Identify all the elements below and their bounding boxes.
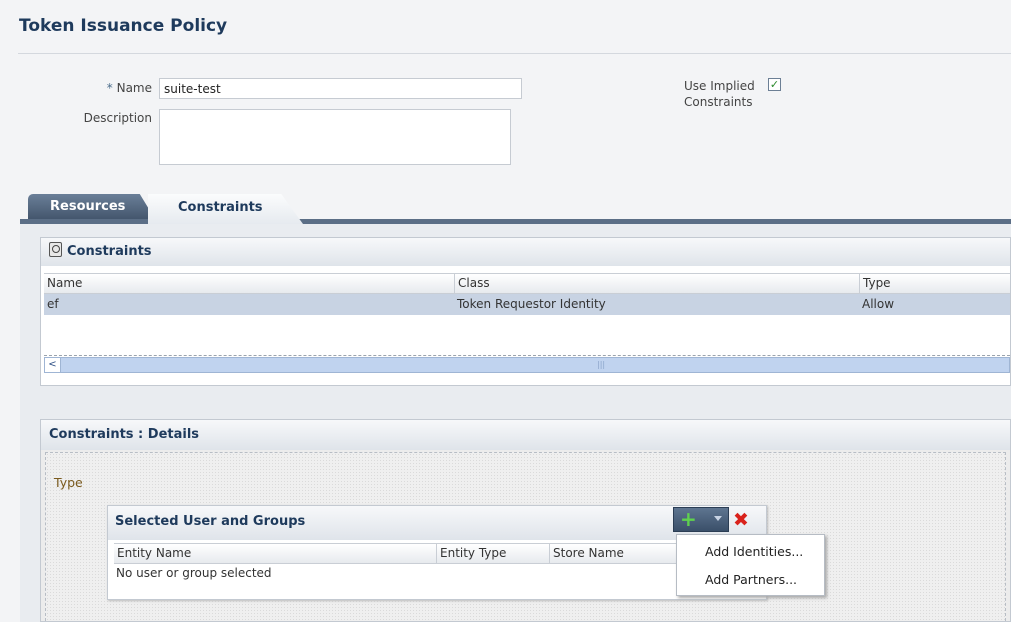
table-row[interactable]: ef Token Requestor Identity Allow (44, 294, 1010, 315)
name-label: * Name (60, 81, 152, 95)
add-icon: + (680, 507, 697, 531)
page-title: Token Issuance Policy (19, 16, 228, 36)
name-label-text: Name (116, 81, 152, 95)
add-button[interactable]: + (673, 507, 729, 532)
table-empty-area (44, 315, 1010, 356)
tab-resources[interactable]: Resources (28, 194, 155, 219)
name-field[interactable] (159, 78, 522, 99)
tab-constraints[interactable]: Constraints (148, 194, 303, 224)
cell-type: Allow (862, 297, 895, 311)
implied-constraints-checkbox[interactable]: ✓ (768, 78, 781, 91)
cell-class: Token Requestor Identity (457, 297, 606, 311)
chevron-down-icon[interactable] (714, 516, 722, 521)
implied-constraints-label: Use Implied Constraints (684, 78, 755, 110)
title-divider (18, 53, 1011, 54)
constraints-panel-header: Constraints (41, 238, 1010, 266)
cell-name: ef (47, 297, 59, 311)
menu-item-add-identities[interactable]: Add Identities... (705, 544, 803, 559)
implied-label-line1: Use Implied (684, 79, 755, 93)
selected-users-title: Selected User and Groups (115, 514, 306, 529)
constraints-table-header: Name Class Type (44, 273, 1010, 294)
selected-users-table-header: Entity Name Entity Type Store Name (114, 543, 766, 564)
menu-item-add-partners[interactable]: Add Partners... (705, 572, 797, 587)
column-header-name[interactable]: Name (44, 274, 454, 293)
column-header-class[interactable]: Class (454, 274, 859, 293)
required-marker: * (106, 81, 113, 95)
scroll-left-icon[interactable]: < (45, 358, 61, 372)
add-dropdown-menu: Add Identities... Add Partners... (676, 534, 825, 596)
horizontal-scrollbar[interactable]: < ||| (44, 357, 1010, 373)
column-header-type[interactable]: Type (859, 274, 1010, 293)
delete-icon[interactable]: ✖ (733, 508, 749, 532)
constraints-title: Constraints (67, 244, 152, 259)
empty-selection-text: No user or group selected (116, 566, 272, 580)
type-label: Type (54, 475, 83, 490)
constraints-icon (49, 242, 62, 257)
description-label: Description (83, 111, 152, 125)
column-header-entity-type[interactable]: Entity Type (436, 544, 549, 563)
constraints-panel: Constraints Name Class Type ef Token Req… (40, 237, 1011, 386)
column-header-entity-name[interactable]: Entity Name (114, 544, 436, 563)
selected-users-panel: Selected User and Groups Entity Name Ent… (107, 505, 767, 600)
implied-label-line2: Constraints (684, 95, 753, 109)
details-title: Constraints : Details (41, 420, 1010, 450)
description-field[interactable] (159, 109, 511, 165)
scroll-grip-icon[interactable]: ||| (597, 361, 605, 369)
